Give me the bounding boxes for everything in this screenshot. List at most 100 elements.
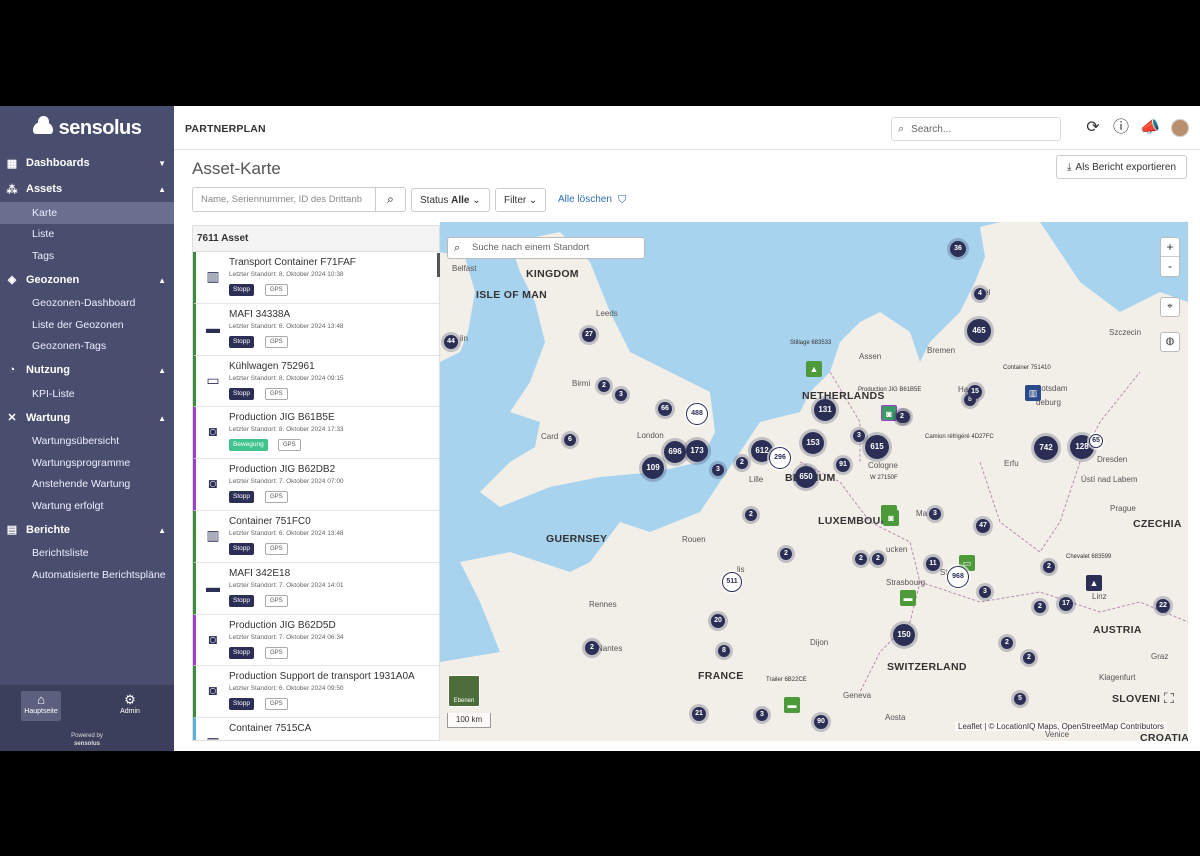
cluster-marker[interactable]: 150 xyxy=(893,624,915,646)
admin-button[interactable]: ⚙ Admin xyxy=(110,691,150,721)
global-search-input[interactable]: ⌕ Search... xyxy=(891,117,1061,141)
nav-item-tags[interactable]: Tags xyxy=(0,245,174,267)
cluster-marker[interactable]: 615 xyxy=(865,435,889,459)
logo[interactable]: sensolus xyxy=(0,106,174,150)
asset-pin[interactable]: ◙ xyxy=(883,510,899,526)
cluster-marker[interactable]: 4 xyxy=(974,288,986,300)
cluster-marker[interactable]: 5 xyxy=(1014,693,1026,705)
filter-settings-icon[interactable]: ⛉ xyxy=(618,194,626,207)
cluster-marker[interactable]: 3 xyxy=(615,389,627,401)
list-item[interactable]: ▬ MAFI 34338A Letzter Standort: 6. Oktob… xyxy=(193,303,439,356)
list-item[interactable]: ▬ MAFI 342E18 Letzter Standort: 7. Oktob… xyxy=(193,562,439,615)
export-report-button[interactable]: ⤓ Als Bericht exportieren xyxy=(1056,155,1187,179)
locate-button[interactable]: ⌖ xyxy=(1160,297,1180,317)
nav-item-geozone-tags[interactable]: Geozonen-Tags xyxy=(0,336,174,358)
cluster-marker[interactable]: 3 xyxy=(979,586,991,598)
filter-dropdown[interactable]: Filter ⌄ xyxy=(495,188,547,212)
cluster-marker[interactable]: 8 xyxy=(718,645,730,657)
cluster-marker[interactable]: 3 xyxy=(712,464,724,476)
cluster-marker[interactable]: 15 xyxy=(968,385,982,399)
cluster-marker[interactable]: 3 xyxy=(756,709,768,721)
cluster-marker[interactable]: 2 xyxy=(736,457,748,469)
nav-item-report-plans[interactable]: Automatisierte Berichtspläne xyxy=(0,564,174,586)
cluster-marker[interactable]: 2 xyxy=(1043,561,1055,573)
cluster-marker[interactable]: 11 xyxy=(926,557,940,571)
cluster-marker[interactable]: 2 xyxy=(598,380,610,392)
clear-all-link[interactable]: Alle löschen xyxy=(558,194,612,205)
cluster-marker[interactable]: 2 xyxy=(872,553,884,565)
cluster-marker[interactable]: 109 xyxy=(642,457,664,479)
nav-item-maint-programs[interactable]: Wartungsprogramme xyxy=(0,452,174,474)
globe-button[interactable]: ◍ xyxy=(1160,332,1180,352)
cluster-marker[interactable]: 173 xyxy=(686,440,708,462)
asset-pin[interactable]: ▬ xyxy=(784,697,800,713)
cluster-marker[interactable]: 36 xyxy=(950,241,966,257)
announcement-icon[interactable]: 📣 xyxy=(1140,118,1160,138)
nav-item-maint-upcoming[interactable]: Anstehende Wartung xyxy=(0,474,174,496)
cluster-marker[interactable]: 22 xyxy=(1156,599,1170,613)
cluster-marker[interactable]: 2 xyxy=(1023,652,1035,664)
cluster-marker[interactable]: 2 xyxy=(1001,637,1013,649)
cluster-marker[interactable]: 91 xyxy=(836,458,850,472)
asset-pin[interactable]: ▲ xyxy=(806,361,822,377)
nav-item-report-list[interactable]: Berichtsliste xyxy=(0,543,174,565)
cluster-marker[interactable]: 2 xyxy=(1034,601,1046,613)
status-filter-dropdown[interactable]: Status Alle ⌄ xyxy=(411,188,490,212)
list-item[interactable]: ▭ Kühlwagen 752961 Letzter Standort: 8. … xyxy=(193,355,439,408)
asset-pin[interactable]: ◙ xyxy=(881,405,897,421)
cluster-marker[interactable]: 47 xyxy=(976,519,990,533)
asset-pin[interactable]: ▬ xyxy=(900,590,916,606)
cluster-marker[interactable]: 511 xyxy=(722,572,742,592)
location-search-input[interactable]: ⌕ Suche nach einem Standort xyxy=(447,237,645,259)
cluster-marker[interactable]: 20 xyxy=(711,614,725,628)
cluster-marker[interactable]: 968 xyxy=(947,566,969,588)
list-item[interactable]: ▥ Transport Container F71FAF Letzter Sta… xyxy=(193,252,439,304)
cluster-marker[interactable]: 44 xyxy=(444,335,458,349)
list-item[interactable]: ◙ Production JIG B62D5D Letzter Standort… xyxy=(193,614,439,667)
home-button[interactable]: ⌂ Hauptseite xyxy=(21,691,61,721)
list-item[interactable]: ◙ Production JIG B61B5E Letzter Standort… xyxy=(193,407,439,460)
list-item[interactable]: ▥ Container 751FC0 Letzter Standort: 6. … xyxy=(193,510,439,563)
refresh-icon[interactable]: ⟳ xyxy=(1083,118,1103,138)
cluster-marker[interactable]: 3 xyxy=(929,508,941,520)
cluster-marker[interactable]: 66 xyxy=(658,402,672,416)
fullscreen-icon[interactable]: ⛶ xyxy=(1164,690,1174,707)
nav-item-maint-overview[interactable]: Wartungsübersicht xyxy=(0,431,174,453)
list-item[interactable]: ▥ Container 7515CA xyxy=(193,718,439,740)
cluster-marker[interactable]: 2 xyxy=(780,548,792,560)
nav-dashboards[interactable]: ▦ Dashboards ▼ xyxy=(0,150,174,176)
list-item[interactable]: ◙ Production JIG B62DB2 Letzter Standort… xyxy=(193,459,439,511)
cluster-marker[interactable]: 2 xyxy=(585,641,599,655)
list-item[interactable]: ◙ Production Support de transport 1931A0… xyxy=(193,666,439,719)
asset-pin[interactable]: ▲ xyxy=(1086,575,1102,591)
asset-pin[interactable]: ▥ xyxy=(1025,385,1041,401)
asset-search-input[interactable]: Name, Seriennummer, ID des Drittanb xyxy=(192,187,376,212)
nav-item-geozone-list[interactable]: Liste der Geozonen xyxy=(0,314,174,336)
asset-search-button[interactable]: ⌕ xyxy=(376,187,406,212)
cluster-marker[interactable]: 696 xyxy=(664,441,686,463)
nav-geozones[interactable]: ◈ Geozonen ▲ xyxy=(0,267,174,293)
nav-usage[interactable]: ◔ Nutzung ▲ xyxy=(0,357,174,383)
cluster-marker[interactable]: 90 xyxy=(814,715,828,729)
cluster-marker[interactable]: 2 xyxy=(855,553,867,565)
zoom-out-button[interactable]: - xyxy=(1161,257,1179,276)
layers-button[interactable]: Ebenen xyxy=(448,675,480,707)
nav-item-karte[interactable]: Karte xyxy=(0,202,174,224)
avatar[interactable] xyxy=(1171,119,1189,137)
cluster-marker[interactable]: 3 xyxy=(853,430,865,442)
cluster-marker[interactable]: 17 xyxy=(1059,597,1073,611)
cluster-marker[interactable]: 65 xyxy=(1089,434,1103,448)
cluster-marker[interactable]: 650 xyxy=(795,466,817,488)
nav-item-kpi[interactable]: KPI-Liste xyxy=(0,383,174,405)
cluster-marker[interactable]: 742 xyxy=(1034,436,1058,460)
cluster-marker[interactable]: 296 xyxy=(769,447,791,469)
cluster-marker[interactable]: 2 xyxy=(745,509,757,521)
cluster-marker[interactable]: 488 xyxy=(686,403,708,425)
nav-reports[interactable]: ▤ Berichte ▲ xyxy=(0,517,174,543)
asset-map[interactable]: ⌕ Suche nach einem Standort + - ⌖ ◍ KING… xyxy=(440,222,1188,741)
nav-assets[interactable]: ⁂ Assets ▲ xyxy=(0,176,174,202)
nav-item-maint-done[interactable]: Wartung erfolgt xyxy=(0,495,174,517)
help-icon[interactable]: ⓘ xyxy=(1111,118,1131,138)
cluster-marker[interactable]: 465 xyxy=(967,319,991,343)
zoom-in-button[interactable]: + xyxy=(1161,238,1179,257)
